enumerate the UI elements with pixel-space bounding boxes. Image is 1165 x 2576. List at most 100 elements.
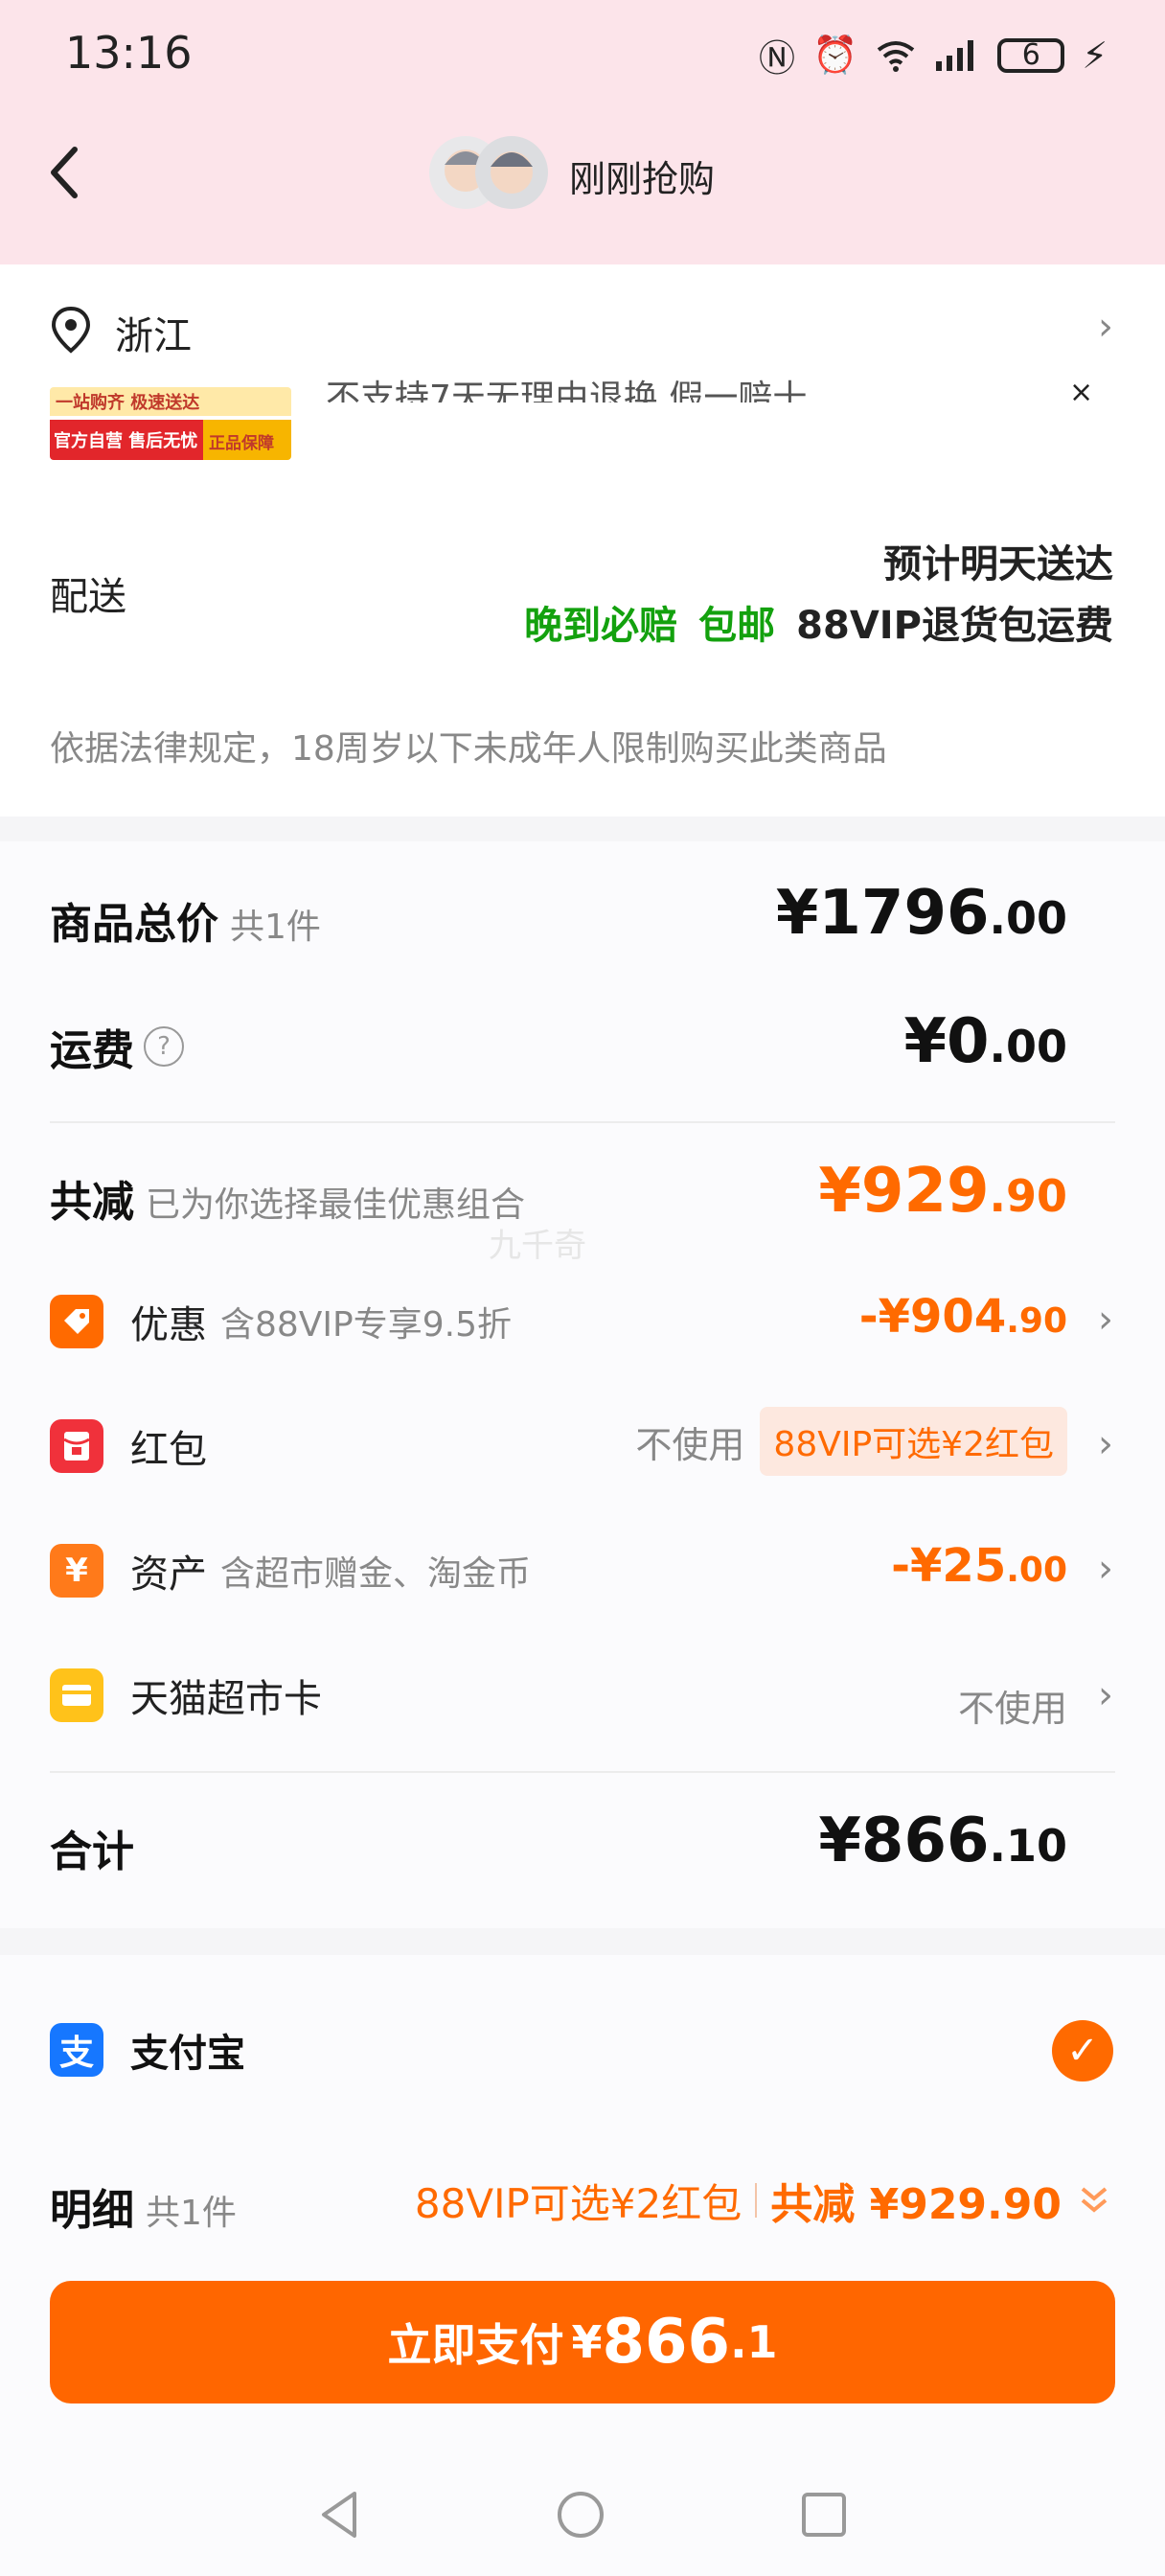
divider	[755, 2183, 758, 2218]
battery-level: 6	[1021, 38, 1040, 72]
banner-badge: 正品保障	[209, 434, 274, 453]
detail-label: 明细	[50, 2186, 134, 2235]
chevron-right-icon[interactable]: ›	[1098, 1422, 1113, 1466]
assets-row[interactable]: ¥ 资产 含超市赠金、淘金币	[50, 1543, 531, 1598]
divider	[50, 1771, 1115, 1773]
assets-price: -¥25.00	[891, 1539, 1067, 1593]
freight-label: 运费	[50, 1026, 134, 1075]
goods-total-count: 共1件	[230, 908, 321, 947]
redpacket-label: 红包	[130, 1428, 207, 1472]
detail-vip-tag: 88VIP可选¥2红包	[414, 2179, 742, 2227]
yen-coin-icon: ¥	[50, 1544, 103, 1598]
assets-dec: .00	[1006, 1551, 1067, 1590]
location-pin-icon	[51, 306, 91, 354]
goods-total-label: 商品总价	[50, 900, 218, 949]
alipay-row[interactable]: 支 支付宝	[50, 2022, 245, 2078]
discount-price: ¥929.90	[818, 1156, 1067, 1227]
total-price: ¥866.10	[818, 1806, 1067, 1876]
system-nav-bar	[0, 2453, 1165, 2576]
banner-line2: 官方自营 售后无忧	[54, 431, 198, 451]
shipping-eta: 预计明天送达	[883, 542, 1113, 586]
discount-label: 共减	[50, 1178, 134, 1227]
goods-total-dec: .00	[989, 892, 1068, 944]
assets-int: -¥25	[891, 1539, 1007, 1593]
help-icon[interactable]: ?	[144, 1026, 184, 1067]
chevron-right-icon[interactable]: ›	[1098, 1547, 1113, 1591]
redpacket-vip-tag[interactable]: 88VIP可选¥2红包	[760, 1407, 1067, 1476]
detail-row[interactable]: 明细 共1件	[50, 2175, 237, 2237]
late-compensation-tag: 晚到必赔	[524, 604, 678, 648]
detail-summary[interactable]: 88VIP可选¥2红包 共减 ¥929.90	[415, 2170, 1113, 2231]
address-region[interactable]: 浙江	[115, 305, 192, 360]
discount-row: 共减 已为你选择最佳优惠组合	[50, 1167, 525, 1229]
total-dec: .10	[989, 1820, 1068, 1872]
discount-dec: .90	[989, 1170, 1068, 1222]
shipping-tags: 晚到必赔 包邮 88VIP退货包运费	[524, 594, 1113, 650]
price-summary-card	[0, 841, 1165, 1928]
nav-back-icon[interactable]	[316, 2488, 362, 2542]
detail-discount: 共减 ¥929.90	[770, 2180, 1062, 2229]
nav-home-icon[interactable]	[554, 2488, 607, 2542]
discount-sub: 已为你选择最佳优惠组合	[146, 1185, 526, 1225]
status-time: 13:16	[65, 27, 193, 79]
chevron-right-icon[interactable]: ›	[1098, 305, 1113, 349]
tmall-card-row[interactable]: 天猫超市卡	[50, 1668, 322, 1723]
assets-sub: 含超市赠金、淘金币	[220, 1554, 532, 1594]
red-packet-icon	[50, 1419, 103, 1473]
buyer-avatars	[429, 136, 548, 209]
pay-button-dec: .1	[730, 2316, 778, 2368]
back-arrow-icon[interactable]	[38, 134, 96, 211]
free-shipping-tag: 包邮	[698, 604, 776, 648]
vip-return-tag: 88VIP退货包运费	[796, 604, 1113, 648]
redpacket-value: 不使用	[635, 1423, 745, 1466]
coupon-int: -¥904	[858, 1290, 1007, 1344]
alipay-icon: 支	[50, 2023, 103, 2077]
banner-line1: 一站购齐 极速送达	[56, 393, 200, 413]
pay-button-prefix: ¥	[571, 2316, 603, 2368]
freight-int: ¥0	[903, 1006, 990, 1077]
coupon-sub: 含88VIP专享9.5折	[220, 1305, 513, 1345]
alarm-icon: ⏰	[811, 34, 858, 76]
tmall-card-label: 天猫超市卡	[130, 1677, 322, 1721]
freight-price: ¥0.00	[903, 1006, 1067, 1077]
coupon-row[interactable]: 优惠 含88VIP专享9.5折	[50, 1294, 512, 1349]
goods-total-int: ¥1796	[775, 878, 990, 949]
discount-int: ¥929	[818, 1156, 990, 1227]
coupon-dec: .90	[1006, 1301, 1067, 1341]
return-policy-text: 不支持7天无理由退换 假一赔十	[326, 379, 808, 402]
redpacket-value-group[interactable]: 不使用 88VIP可选¥2红包	[635, 1407, 1067, 1476]
close-icon[interactable]: ×	[1069, 376, 1093, 409]
coupon-tag-icon	[50, 1295, 103, 1348]
coupon-price: -¥904.90	[859, 1290, 1067, 1344]
total-int: ¥866	[818, 1806, 990, 1876]
pay-button-text: 立即支付	[387, 2319, 564, 2371]
age-restriction-notice: 依据法律规定，18周岁以下未成年人限制购买此类商品	[50, 729, 887, 769]
signal-icon	[936, 39, 974, 71]
gift-card-icon	[50, 1668, 103, 1722]
watermark: 九千奇	[489, 1227, 586, 1265]
page-title: 刚刚抢购	[569, 158, 716, 200]
status-icons: Ⓝ ⏰ 6 ⚡	[759, 29, 1108, 81]
nfc-icon: Ⓝ	[758, 37, 795, 80]
total-label: 合计	[50, 1828, 134, 1876]
promo-banner: 一站购齐 极速送达 官方自营 售后无忧 正品保障	[50, 387, 291, 460]
checkmark-icon[interactable]: ✓	[1052, 2020, 1113, 2082]
charging-icon: ⚡	[1082, 34, 1108, 77]
chevron-right-icon[interactable]: ›	[1098, 1673, 1113, 1717]
nav-recents-icon[interactable]	[799, 2490, 849, 2540]
chevron-right-icon[interactable]: ›	[1098, 1298, 1113, 1342]
freight-dec: .00	[989, 1021, 1068, 1072]
shipping-label: 配送	[50, 575, 126, 619]
coupon-label: 优惠	[130, 1303, 207, 1347]
goods-total-price: ¥1796.00	[776, 878, 1067, 949]
assets-label: 资产	[130, 1552, 207, 1597]
detail-count: 共1件	[146, 2194, 237, 2233]
wifi-icon	[878, 40, 915, 72]
goods-total-row: 商品总价 共1件	[50, 889, 321, 951]
double-chevron-down-icon[interactable]	[1075, 2181, 1113, 2220]
divider	[50, 1121, 1115, 1123]
redpacket-row[interactable]: 红包	[50, 1418, 207, 1474]
payment-method: 支付宝	[130, 2032, 245, 2076]
tmall-card-value: 不使用	[957, 1688, 1067, 1730]
pay-now-button[interactable]: 立即支付 ¥ 866 .1	[50, 2281, 1115, 2404]
